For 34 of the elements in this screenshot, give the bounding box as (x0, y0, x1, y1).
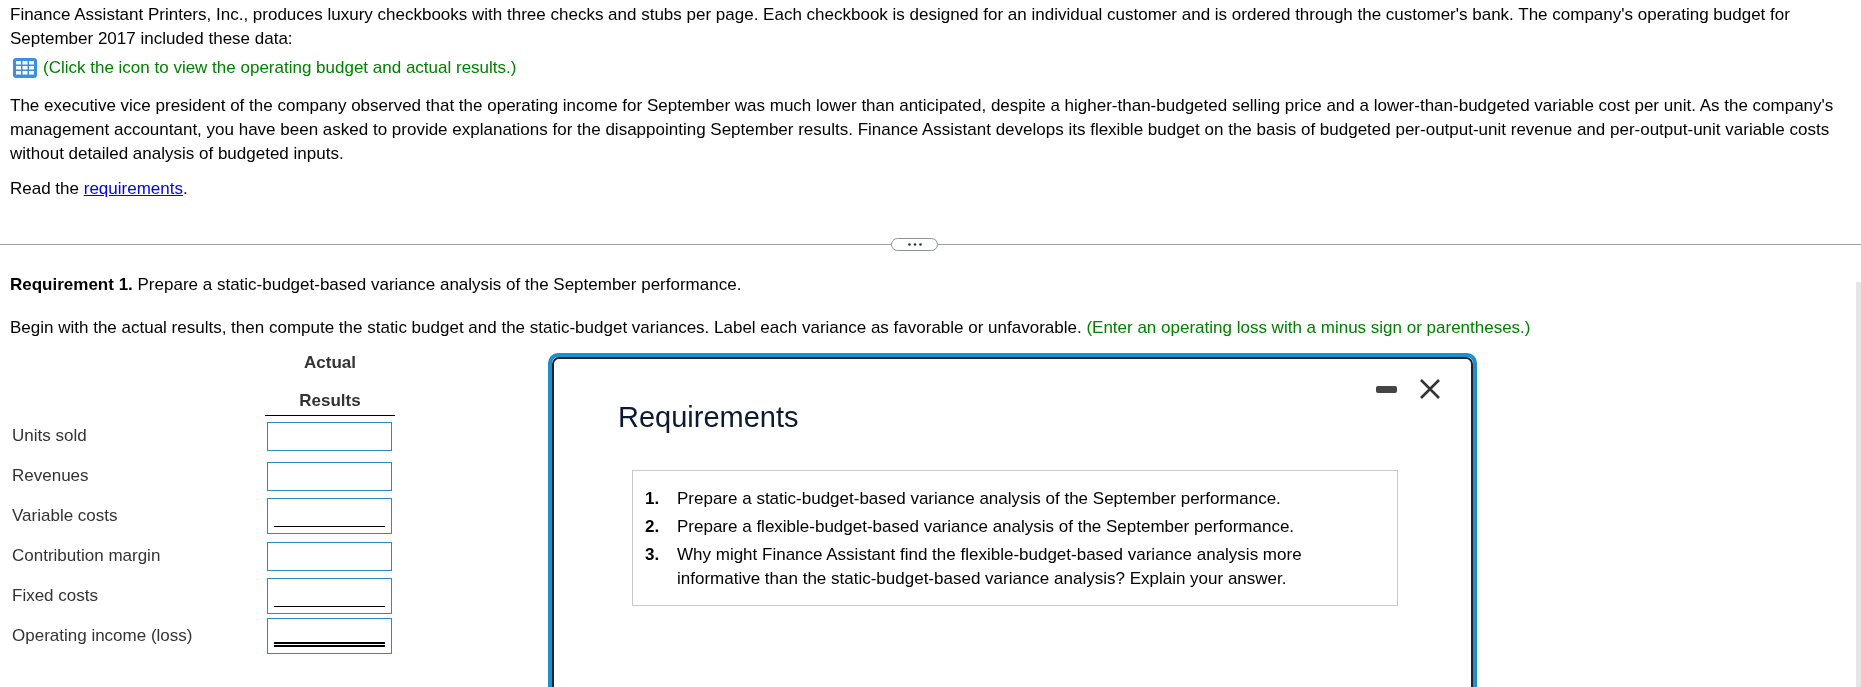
row-label: Fixed costs (11, 585, 99, 607)
column-header: Results (299, 390, 361, 412)
amount-input-field[interactable] (267, 498, 392, 534)
amount-input-field[interactable] (267, 461, 392, 491)
hint-text: (Enter an operating loss with a minus sign or parentheses.) (1086, 318, 1531, 337)
item-number: 2. (645, 516, 661, 538)
data-link[interactable]: (Click the icon to view the operating budget and actual results.) (43, 56, 517, 80)
row-label: Contribution margin (11, 545, 162, 567)
read-requirements-text: Read the requirements. (10, 178, 189, 200)
requirement-text: Prepare a flexible-budget-based variance analysis of the September performance. (677, 516, 1296, 538)
requirement-text: Why might Finance Assistant find the flexible-budget-based variance analysis more informative than the static-budget-based variance analysis? Explain your answer. (677, 544, 1303, 590)
column-header: Actual (304, 352, 356, 374)
row-label: Units sold (11, 425, 88, 447)
row-label: Variable costs (11, 505, 119, 527)
requirement-text: Prepare a static-budget-based variance analysis of the September performance. (677, 488, 1282, 510)
more-icon (907, 243, 922, 246)
requirements-link[interactable]: requirements (83, 179, 183, 198)
item-number: 1. (645, 488, 661, 510)
item-number: 3. (645, 544, 661, 566)
expand-button[interactable] (891, 238, 938, 251)
row-label: Operating income (loss) (11, 625, 194, 647)
scenario-paragraph: The executive vice president of the company observed that the operating income for September was much lower than anticipated, despite a higher-than-budgeted selling price and a lower-than-budgeted variable cost per unit. As the company's management accountant, you have been asked to provide explanations for the disappointing September results. Finance Assistant develops its flexible budget on the basis of budgeted per-output-unit revenue and per-output-unit variable costs without detailed analysis of budgeted inputs. (10, 95, 1835, 165)
dialog-title: Requirements (618, 400, 799, 435)
instructions-text: Begin with the actual results, then compute the static budget and the static-budget variances. Label each variance as favorable or unfavorable. (10, 318, 1083, 337)
amount-input-field[interactable] (267, 421, 392, 451)
amount-input-field[interactable] (267, 578, 392, 614)
amount-input-field[interactable] (267, 618, 392, 654)
minimize-button[interactable] (1376, 385, 1397, 393)
row-label: Revenues (11, 465, 90, 487)
intro-paragraph: Finance Assistant Printers, Inc., produces luxury checkbooks with three checks and stubs per page. Each checkbook is designed for an individual customer and is ordered through the customer's bank. The company's operating budget for September 2017 included these data: (10, 4, 1791, 50)
requirement-heading: Requirement 1. Prepare a static-budget-based variance analysis of the September performance. (10, 274, 743, 296)
close-icon[interactable] (1419, 378, 1441, 400)
table-icon[interactable] (13, 58, 37, 78)
amount-input-field[interactable] (267, 541, 392, 571)
